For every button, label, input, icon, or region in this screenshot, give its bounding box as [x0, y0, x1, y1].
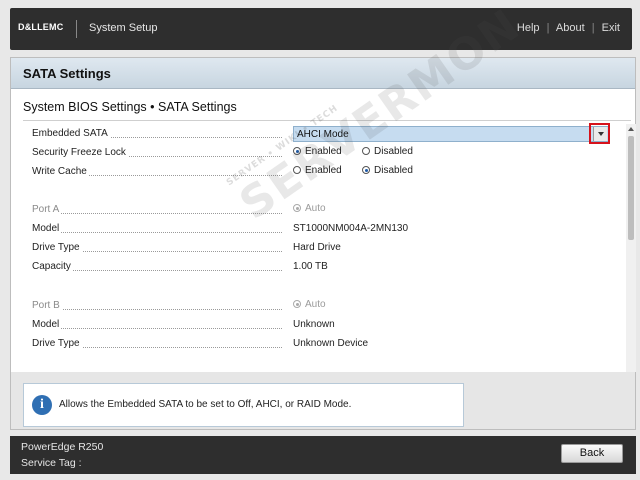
radio-label: Disabled — [374, 146, 413, 157]
setting-port-a: Port A Auto — [32, 202, 612, 220]
setting-port-b-model: Model Unknown — [32, 317, 612, 335]
radio-unchecked-icon — [293, 166, 301, 174]
breadcrumb-divider — [23, 120, 631, 121]
port-b-auto-radio: Auto — [293, 299, 326, 310]
setting-port-a-capacity: Capacity 1.00 TB — [32, 259, 612, 277]
help-link[interactable]: Help — [517, 22, 540, 34]
exit-link[interactable]: Exit — [602, 22, 620, 34]
setting-port-a-model: Model ST1000NM004A-2MN130 — [32, 221, 612, 239]
about-link[interactable]: About — [556, 22, 585, 34]
radio-checked-icon — [293, 147, 301, 155]
radio-checked-icon — [293, 300, 301, 308]
logo-divider — [76, 20, 77, 38]
help-area: i Allows the Embedded SATA to be set to … — [10, 372, 636, 430]
back-button[interactable]: Back — [561, 444, 623, 463]
leader-dots — [32, 328, 282, 329]
embedded-sata-select[interactable]: AHCI Mode — [293, 126, 609, 142]
setting-port-a-drive-type: Drive Type Hard Drive — [32, 240, 612, 258]
capacity-label: Capacity — [32, 261, 73, 272]
port-a-auto-radio: Auto — [293, 203, 326, 214]
port-a-model-value: ST1000NM004A-2MN130 — [293, 223, 409, 234]
scrollbar-thumb[interactable] — [628, 136, 634, 240]
write-cache-enabled-radio[interactable]: Enabled — [293, 165, 342, 176]
security-freeze-lock-label: Security Freeze Lock — [32, 147, 128, 158]
model-label: Model — [32, 319, 62, 330]
radio-checked-icon — [293, 204, 301, 212]
port-b-label: Port B — [32, 300, 62, 311]
port-a-drive-type-value: Hard Drive — [293, 242, 341, 253]
help-text: Allows the Embedded SATA to be set to Of… — [59, 399, 352, 410]
security-freeze-lock-enabled-radio[interactable]: Enabled — [293, 146, 342, 157]
setting-security-freeze-lock: Security Freeze Lock Enabled Disabled — [32, 145, 612, 163]
link-separator: | — [591, 22, 595, 34]
port-a-label: Port A — [32, 204, 62, 215]
radio-label: Enabled — [305, 146, 342, 157]
footer-bar: PowerEdge R250 Service Tag : Back — [10, 436, 636, 474]
radio-label: Auto — [305, 203, 326, 214]
top-links: Help | About | Exit — [517, 22, 620, 34]
top-bar: D&LLEMC System Setup Help | About | Exit — [10, 8, 632, 50]
radio-label: Disabled — [374, 165, 413, 176]
app-title: System Setup — [89, 22, 158, 34]
link-separator: | — [546, 22, 550, 34]
write-cache-disabled-radio[interactable]: Disabled — [362, 165, 413, 176]
page-title: SATA Settings — [23, 66, 111, 81]
leader-dots — [32, 232, 282, 233]
drive-type-label: Drive Type — [32, 338, 82, 349]
dropdown-highlight-box — [589, 123, 610, 144]
radio-checked-icon — [362, 166, 370, 174]
dell-emc-logo: D&LLEMC — [18, 22, 64, 32]
port-b-model-value: Unknown — [293, 319, 335, 330]
setting-write-cache: Write Cache Enabled Disabled — [32, 164, 612, 182]
breadcrumb: System BIOS Settings • SATA Settings — [23, 100, 237, 114]
port-b-drive-type-value: Unknown Device — [293, 338, 369, 349]
drive-type-label: Drive Type — [32, 242, 82, 253]
page-header: SATA Settings — [11, 58, 635, 89]
radio-unchecked-icon — [362, 147, 370, 155]
setting-port-b: Port B Auto — [32, 298, 612, 316]
leader-dots — [32, 309, 282, 310]
info-icon: i — [32, 395, 52, 415]
setting-embedded-sata: Embedded SATA AHCI Mode — [32, 126, 612, 144]
system-model: PowerEdge R250 — [21, 441, 104, 453]
service-tag: Service Tag : — [21, 457, 82, 469]
radio-label: Auto — [305, 299, 326, 310]
leader-dots — [32, 213, 282, 214]
embedded-sata-value: AHCI Mode — [297, 129, 349, 140]
security-freeze-lock-disabled-radio[interactable]: Disabled — [362, 146, 413, 157]
help-box: i Allows the Embedded SATA to be set to … — [23, 383, 464, 427]
scroll-up-icon[interactable] — [627, 125, 635, 133]
port-a-capacity-value: 1.00 TB — [293, 261, 328, 272]
embedded-sata-label: Embedded SATA — [32, 128, 110, 139]
model-label: Model — [32, 223, 62, 234]
setting-port-b-drive-type: Drive Type Unknown Device — [32, 336, 612, 354]
write-cache-label: Write Cache — [32, 166, 89, 177]
radio-label: Enabled — [305, 165, 342, 176]
